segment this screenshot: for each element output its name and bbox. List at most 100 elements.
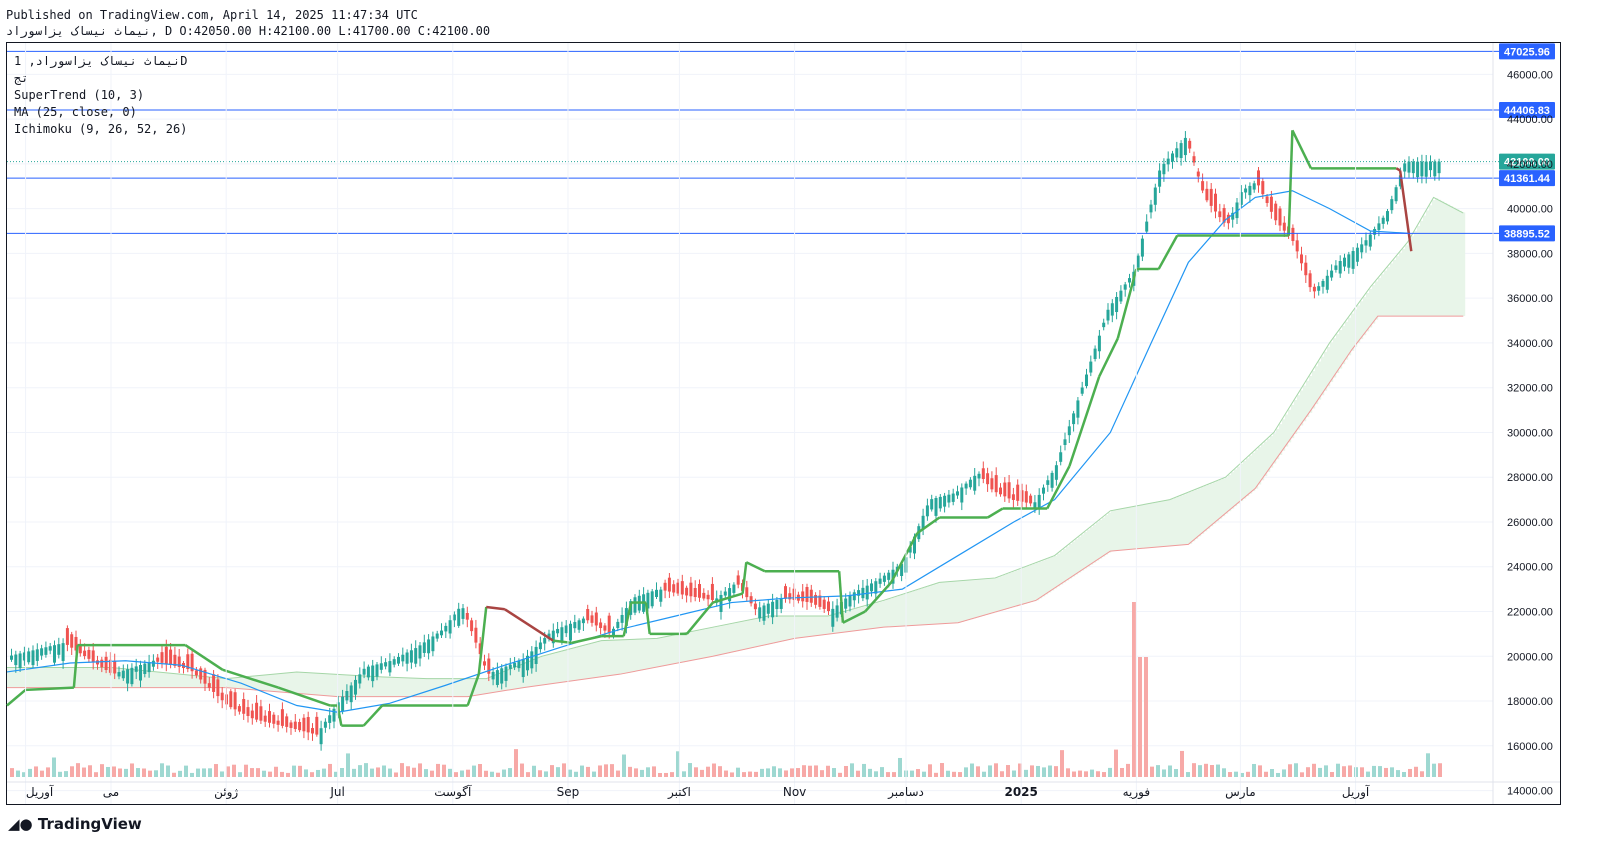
- candle-body: [517, 661, 521, 669]
- volume-bar: [1216, 764, 1220, 777]
- legend-ichimoku[interactable]: Ichimoku (9, 26, 52, 26): [14, 122, 187, 136]
- ichimoku-cloud-slice: [412, 678, 416, 697]
- candle-body: [1261, 181, 1265, 195]
- ichimoku-cloud-slice: [427, 678, 431, 697]
- volume-bar: [532, 765, 536, 777]
- volume-bar: [1144, 657, 1148, 777]
- ichimoku-cloud-slice: [1318, 361, 1322, 400]
- volume-bar: [832, 768, 836, 777]
- candle-body: [431, 636, 435, 652]
- volume-bar: [1072, 771, 1076, 777]
- ichimoku-cloud-slice: [511, 668, 515, 690]
- supertrend-segment: [890, 532, 919, 583]
- volume-bar: [1120, 767, 1124, 777]
- candle-body: [616, 621, 620, 628]
- volume-bar: [616, 770, 620, 777]
- candle-body: [1046, 480, 1050, 485]
- volume-bar: [1114, 749, 1118, 777]
- y-tick-label: 14000.00: [1507, 786, 1553, 798]
- ichimoku-cloud-slice: [985, 578, 989, 615]
- ichimoku-cloud-slice: [1360, 301, 1364, 340]
- ichimoku-cloud-slice: [1342, 325, 1346, 365]
- candle-body: [994, 475, 998, 493]
- legend-exchange: تج: [14, 71, 29, 85]
- ichimoku-cloud-slice: [970, 579, 974, 620]
- ichimoku-cloud-slice: [1027, 565, 1031, 603]
- candle-body: [590, 615, 594, 623]
- candle-body: [1115, 296, 1119, 313]
- legend-supertrend[interactable]: SuperTrend (10, 3): [14, 88, 144, 102]
- volume-bar: [652, 766, 656, 777]
- ichimoku-cloud-slice: [94, 667, 98, 688]
- ichimoku-cloud-slice: [1417, 225, 1421, 317]
- ichimoku-cloud-slice: [1030, 564, 1034, 603]
- candle-body: [169, 649, 173, 665]
- price-chart[interactable]: 47025.9644406.8341361.4438895.5242100.00…: [0, 0, 1598, 858]
- ichimoku-cloud-slice: [1015, 570, 1019, 607]
- candle-body: [358, 674, 362, 684]
- ichimoku-cloud-slice: [1012, 571, 1016, 608]
- y-tick-label: 40000.00: [1507, 204, 1553, 216]
- ichimoku-cloud-slice: [622, 639, 626, 674]
- volume-bar: [166, 765, 170, 777]
- volume-bar: [820, 770, 824, 777]
- ichimoku-cloud-slice: [1141, 505, 1145, 549]
- ichimoku-cloud-slice: [1057, 553, 1061, 587]
- ichimoku-cloud-slice: [1294, 400, 1298, 434]
- volume-bar: [160, 763, 164, 777]
- candle-body: [1269, 196, 1273, 212]
- ichimoku-cloud-slice: [895, 596, 899, 627]
- candle-body: [710, 583, 714, 600]
- ichimoku-cloud-slice: [1069, 544, 1073, 579]
- ichimoku-cloud-slice: [1336, 334, 1340, 374]
- volume-bar: [460, 770, 464, 777]
- ichimoku-cloud-slice: [880, 601, 884, 628]
- ichimoku-cloud-slice: [781, 615, 785, 642]
- candle-body: [521, 659, 525, 678]
- candle-body: [405, 652, 409, 664]
- ichimoku-cloud-slice: [652, 638, 656, 669]
- ichimoku-cloud-slice: [889, 598, 893, 627]
- ichimoku-cloud-slice: [28, 667, 32, 688]
- candle-body: [887, 572, 891, 580]
- ichimoku-cloud-slice: [1039, 561, 1043, 599]
- ichimoku-cloud-slice: [1114, 510, 1118, 551]
- volume-bar: [94, 772, 98, 777]
- ichimoku-cloud-slice: [442, 678, 446, 697]
- x-tick-label: Nov: [783, 785, 806, 799]
- ichimoku-cloud-slice: [631, 639, 635, 673]
- ichimoku-cloud-slice: [295, 672, 299, 694]
- volume-bar: [910, 770, 914, 777]
- ichimoku-cloud-slice: [673, 635, 677, 664]
- volume-bar: [1264, 771, 1268, 777]
- candle-body: [650, 591, 654, 607]
- candle-body: [1360, 244, 1364, 253]
- ichimoku-cloud-slice: [1348, 317, 1352, 356]
- ichimoku-cloud-slice: [937, 583, 941, 624]
- ichimoku-cloud-slice: [1159, 501, 1163, 547]
- volume-bar: [1222, 768, 1226, 777]
- volume-bar: [988, 765, 992, 777]
- volume-bar: [178, 770, 182, 777]
- candle-body: [990, 478, 994, 490]
- price-line-label: 47025.96: [1504, 46, 1550, 58]
- candle-body: [771, 601, 775, 618]
- ichimoku-cloud-slice: [82, 667, 86, 688]
- ichimoku-cloud-slice: [979, 579, 983, 617]
- volume-bar: [916, 769, 920, 777]
- ichimoku-cloud-slice: [973, 579, 977, 619]
- ichimoku-cloud-slice: [718, 626, 722, 656]
- ichimoku-cloud-slice: [1321, 356, 1325, 396]
- ichimoku-cloud-slice: [1153, 502, 1157, 548]
- y-tick-label: 28000.00: [1507, 472, 1553, 484]
- volume-bar: [622, 754, 626, 777]
- candle-body: [1209, 188, 1213, 206]
- ichimoku-cloud-slice: [721, 625, 725, 655]
- y-tick-label: 36000.00: [1507, 293, 1553, 305]
- ichimoku-cloud-slice: [1441, 201, 1445, 317]
- candle-body: [48, 646, 52, 651]
- ichimoku-cloud-slice: [802, 615, 806, 638]
- legend-ma[interactable]: MA (25, close, 0): [14, 105, 137, 119]
- volume-bar: [1132, 602, 1136, 777]
- ichimoku-cloud-slice: [1366, 292, 1370, 332]
